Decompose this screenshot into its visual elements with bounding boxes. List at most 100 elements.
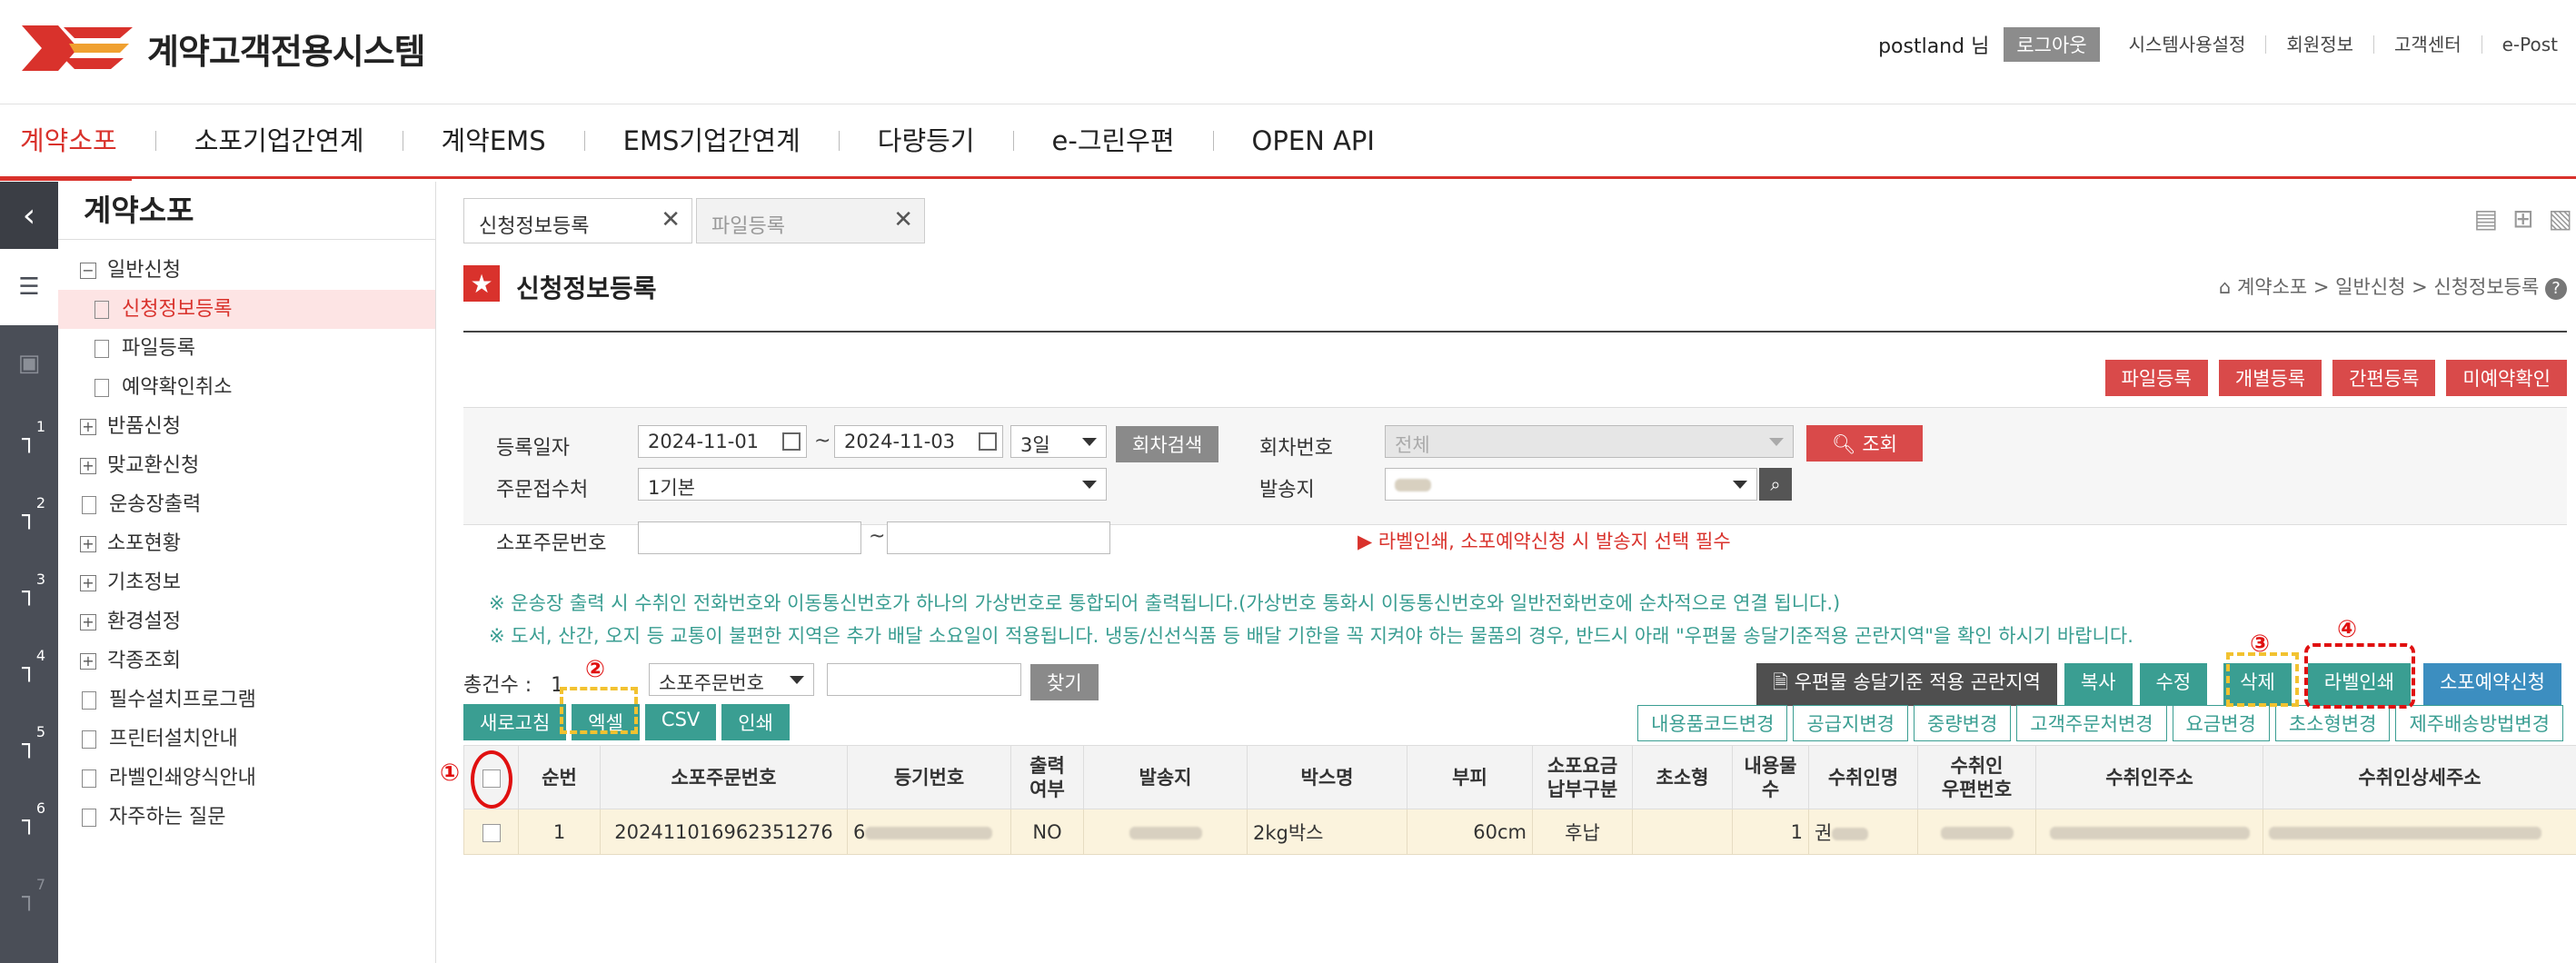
menu-1-icon[interactable]: ┐ 1 xyxy=(0,402,58,478)
customer-center-link[interactable]: 고객센터 xyxy=(2373,35,2482,54)
filter-keyword-input[interactable] xyxy=(827,663,1021,696)
date-from-input[interactable]: 2024-11-01 xyxy=(638,425,807,458)
round-no-label: 회차번호 xyxy=(1259,437,1333,460)
calendar-icon[interactable] xyxy=(782,432,801,451)
sidebar-item-printer-guide[interactable]: 프린터설치안내 xyxy=(58,720,435,759)
refresh-button[interactable]: 새로고침 xyxy=(463,704,567,740)
list-view-icon[interactable]: ☰ xyxy=(0,249,58,325)
parcel-order-from-input[interactable] xyxy=(638,521,861,554)
sidebar-item-waybill-print[interactable]: 운송장출력 xyxy=(58,485,435,524)
menu-2-icon[interactable]: ┐ 2 xyxy=(0,478,58,554)
nav-ems-b2b[interactable]: EMS기업간연계 xyxy=(585,104,839,178)
sender-select[interactable] xyxy=(1385,468,1757,501)
calendar-icon[interactable] xyxy=(979,432,997,451)
menu-5-icon[interactable]: ┐ 5 xyxy=(0,707,58,783)
nav-bulk-registered[interactable]: 다량등기 xyxy=(840,104,1013,178)
order-receipt-select[interactable]: 1기본 xyxy=(638,468,1107,501)
sidebar-item-label: 반품신청 xyxy=(107,415,181,438)
sidebar-item-inquiries[interactable]: + 각종조회 xyxy=(58,641,435,680)
sidebar-item-label: 필수설치프로그램 xyxy=(109,689,256,711)
parcel-reservation-button[interactable]: 소포예약신청 xyxy=(2423,663,2561,706)
tab-apply-info-register[interactable]: 신청정보등록 ✕ xyxy=(463,198,692,243)
customer-order-change-button[interactable]: 고객주문처변경 xyxy=(2016,705,2167,741)
edit-button[interactable]: 수정 xyxy=(2139,663,2208,706)
app-logo[interactable]: 계약고객전용시스템 xyxy=(22,18,426,78)
find-button[interactable]: 찾기 xyxy=(1030,664,1099,700)
nav-parcel-b2b[interactable]: 소포기업간연계 xyxy=(156,104,403,178)
single-view-icon[interactable]: ▤ xyxy=(2474,204,2498,233)
epost-logo-icon xyxy=(22,25,133,71)
sidebar-item-file-register[interactable]: 파일등록 xyxy=(58,329,435,368)
sidebar-item-return-apply[interactable]: + 반품신청 xyxy=(58,407,435,446)
close-icon[interactable]: ✕ xyxy=(661,206,681,233)
menu-7-icon[interactable]: ┐ 7 xyxy=(0,859,58,936)
nav-contract-ems[interactable]: 계약EMS xyxy=(403,104,584,178)
redacted-text xyxy=(1129,826,1202,839)
search-button[interactable]: 🔍︎ 조회 xyxy=(1806,425,1923,462)
sidebar-item-required-programs[interactable]: 필수설치프로그램 xyxy=(58,680,435,720)
nav-e-green-post[interactable]: e-그린우편 xyxy=(1014,104,1213,178)
round-no-value: 전체 xyxy=(1395,434,1430,456)
file-register-button[interactable]: 파일등록 xyxy=(2104,360,2208,396)
epost-link[interactable]: e-Post xyxy=(2481,35,2558,54)
supplier-change-button[interactable]: 공급지변경 xyxy=(1793,705,1909,741)
sender-search-icon[interactable]: ⌕ xyxy=(1759,468,1792,501)
simple-register-button[interactable]: 간편등록 xyxy=(2332,360,2436,396)
unreserved-check-button[interactable]: 미예약확인 xyxy=(2446,360,2567,396)
system-settings-link[interactable]: 시스템사용설정 xyxy=(2109,35,2266,54)
micro-change-button[interactable]: 초소형변경 xyxy=(2274,705,2391,741)
sidebar-item-reservation-cancel[interactable]: 예약확인취소 xyxy=(58,368,435,407)
row-select-cell[interactable] xyxy=(463,809,519,855)
print-button[interactable]: 인쇄 xyxy=(721,704,790,740)
sidebar-item-faq[interactable]: 자주하는 질문 xyxy=(58,798,435,837)
csv-button[interactable]: CSV xyxy=(644,704,717,740)
sidebar-item-settings[interactable]: + 환경설정 xyxy=(58,602,435,641)
cell-parcel-order-no: 202411016962351276 xyxy=(600,809,848,855)
sidebar-item-exchange-apply[interactable]: + 맞교환신청 xyxy=(58,446,435,485)
home-icon[interactable]: ⌂ xyxy=(2219,276,2237,298)
grid-view-icon[interactable]: ⊞ xyxy=(2512,204,2533,233)
menu-3-icon[interactable]: ┐ 3 xyxy=(0,554,58,630)
sidebar-item-basic-info[interactable]: + 기초정보 xyxy=(58,563,435,602)
copy-button[interactable]: 복사 xyxy=(2064,663,2133,706)
sidebar-item-general-apply[interactable]: − 일반신청 xyxy=(58,251,435,290)
chevron-down-icon xyxy=(1733,481,1747,489)
document-icon xyxy=(94,300,109,319)
logout-button[interactable]: 로그아웃 xyxy=(2004,27,2100,62)
sidebar-item-parcel-status[interactable]: + 소포현황 xyxy=(58,524,435,563)
sidebar-item-apply-info-register[interactable]: 신청정보등록 xyxy=(58,290,435,329)
content-code-change-button[interactable]: 내용품코드변경 xyxy=(1637,705,1788,741)
menu-4-icon[interactable]: ┐ 4 xyxy=(0,630,58,707)
menu-6-icon[interactable]: ┐ 6 xyxy=(0,783,58,859)
favorite-star-icon[interactable]: ★ xyxy=(463,265,500,302)
individual-register-button[interactable]: 개별등록 xyxy=(2218,360,2322,396)
parcel-order-to-input[interactable] xyxy=(887,521,1110,554)
period-select[interactable]: 3일 xyxy=(1010,425,1107,458)
member-info-link[interactable]: 회원정보 xyxy=(2265,35,2373,54)
chevron-down-icon xyxy=(1082,438,1097,446)
split-view-icon[interactable]: ▧ xyxy=(2549,204,2572,233)
jeju-delivery-change-button[interactable]: 제주배송방법변경 xyxy=(2395,705,2563,741)
nav-contract-parcel[interactable]: 계약소포 xyxy=(0,104,155,181)
table-row[interactable]: 1 202411016962351276 6 NO 2kg박스 60cm 후납 … xyxy=(463,809,2576,855)
filter-field-select[interactable]: 소포주문번호 xyxy=(649,663,814,696)
round-search-button[interactable]: 회차검색 xyxy=(1116,426,1219,462)
collapse-sidebar-icon[interactable]: ‹ xyxy=(0,182,58,249)
document-icon xyxy=(82,690,96,710)
fee-change-button[interactable]: 요금변경 xyxy=(2172,705,2270,741)
sidebar-item-label-format-guide[interactable]: 라벨인쇄양식안내 xyxy=(58,759,435,798)
close-icon[interactable]: ✕ xyxy=(893,206,913,233)
col-content-count: 내용물 수 xyxy=(1732,745,1809,809)
help-icon[interactable]: ? xyxy=(2545,278,2567,300)
document-icon xyxy=(94,378,109,397)
chevron-down-icon xyxy=(790,676,804,684)
delivery-difficult-area-button[interactable]: 🗎︎ 우편물 송달기준 적용 곤란지역 xyxy=(1756,663,2057,706)
sidebar-item-label: 파일등록 xyxy=(122,337,195,360)
nav-open-api[interactable]: OPEN API xyxy=(1214,104,1413,178)
tab-file-register[interactable]: 파일등록 ✕ xyxy=(696,198,925,243)
change-buttons: 내용품코드변경 공급지변경 중량변경 고객주문처변경 요금변경 초소형변경 제주… xyxy=(1637,705,2563,741)
date-to-input[interactable]: 2024-11-03 xyxy=(834,425,1003,458)
weight-change-button[interactable]: 중량변경 xyxy=(1914,705,2012,741)
row-checkbox[interactable] xyxy=(482,823,501,842)
bookmark-icon[interactable]: ▣ xyxy=(0,325,58,402)
